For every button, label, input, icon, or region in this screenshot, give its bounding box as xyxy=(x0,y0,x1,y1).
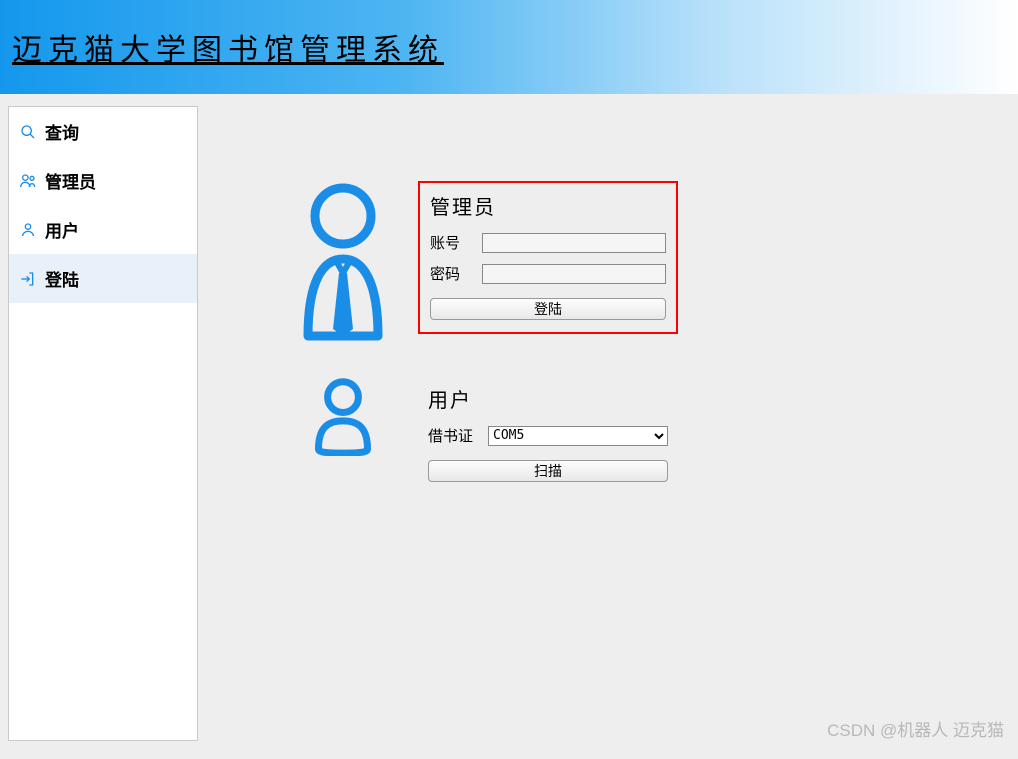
sidebar-item-query[interactable]: 查询 xyxy=(9,107,197,156)
sidebar-item-label: 登陆 xyxy=(45,266,79,291)
admin-account-row: 账号 xyxy=(430,232,666,253)
header-bar: 迈克猫大学图书馆管理系统 xyxy=(0,0,1018,94)
manager-avatar-icon xyxy=(288,181,398,341)
card-port-select[interactable]: COM5 xyxy=(488,426,668,446)
admin-password-row: 密码 xyxy=(430,263,666,284)
sidebar-item-label: 管理员 xyxy=(45,168,96,193)
user-card-row: 借书证 COM5 xyxy=(428,425,668,446)
content-area: 查询 管理员 用户 xyxy=(0,94,1018,759)
password-input[interactable] xyxy=(482,264,666,284)
admin-form-box: 管理员 账号 密码 登陆 xyxy=(418,181,678,334)
admin-login-section: 管理员 账号 密码 登陆 xyxy=(288,181,678,341)
sidebar-item-user[interactable]: 用户 xyxy=(9,205,197,254)
admin-form-title: 管理员 xyxy=(430,191,666,220)
main-panel: 管理员 账号 密码 登陆 用户 xyxy=(198,106,1010,751)
account-label: 账号 xyxy=(430,232,474,253)
admin-login-button[interactable]: 登陆 xyxy=(430,298,666,320)
scan-button[interactable]: 扫描 xyxy=(428,460,668,482)
admin-icon xyxy=(19,172,37,190)
watermark-text: CSDN @机器人 迈克猫 xyxy=(827,716,1004,741)
sidebar-item-login[interactable]: 登陆 xyxy=(9,254,197,303)
password-label: 密码 xyxy=(430,263,474,284)
account-input[interactable] xyxy=(482,233,666,253)
sidebar-item-label: 用户 xyxy=(45,217,79,242)
user-form-title: 用户 xyxy=(428,384,668,413)
login-icon xyxy=(19,270,37,288)
sidebar: 查询 管理员 用户 xyxy=(8,106,198,741)
user-form-box: 用户 借书证 COM5 扫描 xyxy=(418,376,678,494)
sidebar-item-label: 查询 xyxy=(45,119,79,144)
sidebar-item-admin[interactable]: 管理员 xyxy=(9,156,197,205)
card-label: 借书证 xyxy=(428,425,480,446)
user-avatar-icon xyxy=(288,376,398,456)
user-icon xyxy=(19,221,37,239)
user-login-section: 用户 借书证 COM5 扫描 xyxy=(288,376,678,494)
search-icon xyxy=(19,123,37,141)
app-title: 迈克猫大学图书馆管理系统 xyxy=(12,25,444,69)
